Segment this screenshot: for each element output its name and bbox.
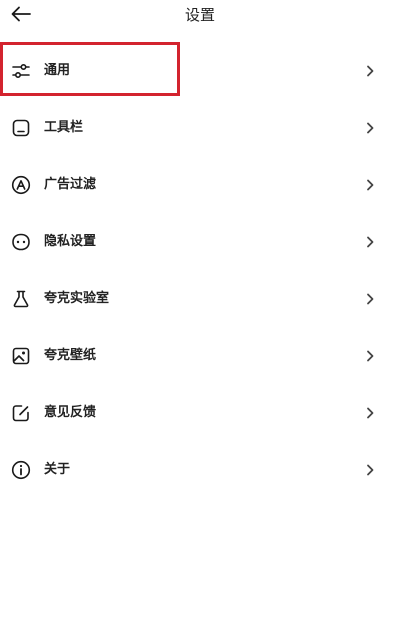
menu-item-label: 夸克实验室	[44, 290, 110, 306]
chevron-right-icon	[367, 464, 374, 475]
chevron-right-icon	[367, 65, 374, 76]
ad-block-icon	[10, 174, 32, 196]
menu-item-label: 工具栏	[44, 119, 84, 135]
header: 设置	[0, 0, 400, 30]
chevron-right-icon	[367, 179, 374, 190]
menu-item-label: 夸克壁纸	[44, 347, 97, 363]
menu-item-label: 意见反馈	[44, 404, 97, 420]
menu-item-toolbar[interactable]: 工具栏	[0, 99, 400, 156]
chevron-right-icon	[367, 407, 374, 418]
menu-item-feedback[interactable]: 意见反馈	[0, 384, 400, 441]
settings-menu: 通用 工具栏 广告过滤 隐私设置 夸克实验室 夸克壁纸 意见反馈 关于	[0, 42, 400, 498]
menu-item-quark-lab[interactable]: 夸克实验室	[0, 270, 400, 327]
menu-item-about[interactable]: 关于	[0, 441, 400, 498]
wallpaper-image-icon	[10, 345, 32, 367]
chevron-right-icon	[367, 350, 374, 361]
menu-item-ad-filter[interactable]: 广告过滤	[0, 156, 400, 213]
menu-item-label: 广告过滤	[44, 176, 97, 192]
chevron-right-icon	[367, 122, 374, 133]
menu-item-label: 隐私设置	[44, 233, 97, 249]
flask-icon	[10, 288, 32, 310]
sliders-icon	[10, 60, 32, 82]
privacy-mask-icon	[10, 231, 32, 253]
menu-item-label: 通用	[44, 62, 71, 78]
chevron-right-icon	[367, 236, 374, 247]
feedback-edit-icon	[10, 402, 32, 424]
chevron-right-icon	[367, 293, 374, 304]
menu-item-label: 关于	[44, 461, 71, 477]
menu-item-general[interactable]: 通用	[0, 42, 400, 99]
page-title: 设置	[184, 6, 215, 24]
info-icon	[10, 459, 32, 481]
menu-item-privacy[interactable]: 隐私设置	[0, 213, 400, 270]
menu-item-quark-wallpaper[interactable]: 夸克壁纸	[0, 327, 400, 384]
toolbar-icon	[10, 117, 32, 139]
